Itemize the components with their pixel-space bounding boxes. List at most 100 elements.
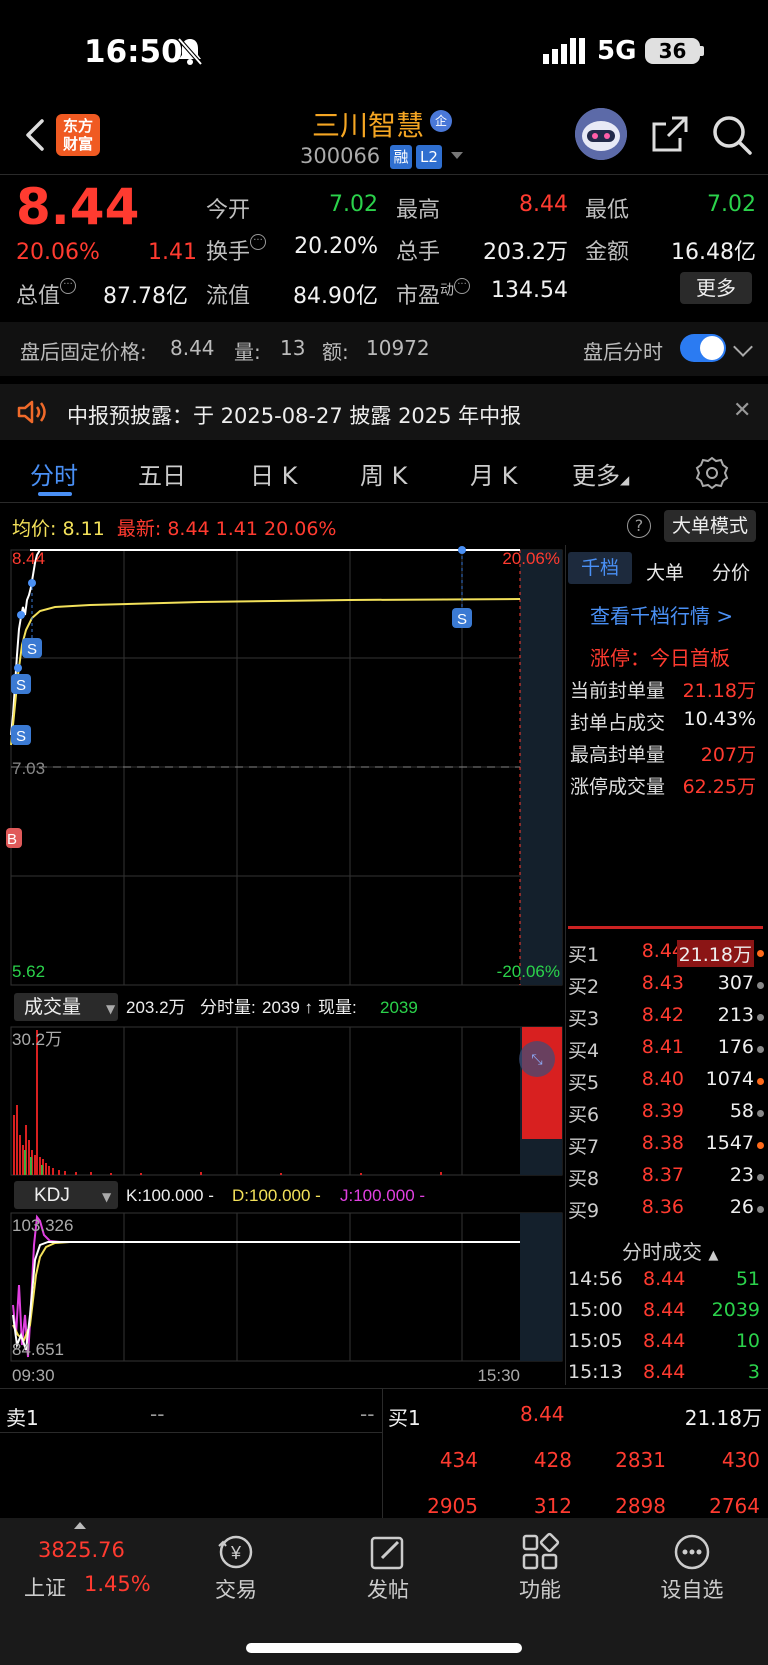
avg-value: 8.11 xyxy=(62,518,105,540)
high-value: 8.44 xyxy=(519,192,568,217)
after-hours-shade xyxy=(520,550,562,985)
kdj-k-value: K:100.000 - xyxy=(126,1186,214,1205)
info-dots-icon[interactable]: ··· xyxy=(60,278,77,294)
tab-intraday[interactable]: 分时 xyxy=(30,456,78,491)
tab-five-day[interactable]: 五日 xyxy=(138,456,186,491)
more-button[interactable]: 更多 xyxy=(680,272,752,304)
tab-order-depth[interactable]: 千档 xyxy=(568,552,632,584)
trade-time: 15:13 xyxy=(568,1361,623,1383)
volume-label: 总手 xyxy=(396,240,441,265)
stat-label: 当前封单量 xyxy=(570,680,666,702)
index-value[interactable]: 3825.76 xyxy=(38,1538,125,1562)
price-axis-low: 5.62 xyxy=(12,962,45,981)
order-depth-link[interactable]: 查看千档行情 > xyxy=(590,600,733,629)
help-icon[interactable]: ? xyxy=(627,514,651,538)
kdj-axis-min: 84.651 xyxy=(12,1340,64,1359)
index-name[interactable]: 上证 xyxy=(24,1572,66,1602)
sell-marker[interactable]: S xyxy=(11,725,31,745)
intraday-chart[interactable]: S S S S B 8.44 7.03 5.62 20.06% -20.06% … xyxy=(0,545,565,1385)
buy1-volume: 21.18万 xyxy=(684,1406,762,1430)
bid-volume: 23 xyxy=(729,1164,754,1186)
sell-marker[interactable]: S xyxy=(11,674,31,694)
info-dots-icon[interactable]: ··· xyxy=(250,234,267,250)
volume-selector-label: 成交量 xyxy=(24,996,81,1018)
sell-marker[interactable]: S xyxy=(22,638,42,658)
open-label: 今开 xyxy=(206,198,251,223)
trade-volume: 2039 xyxy=(711,1299,760,1321)
nav-post[interactable]: 发帖 xyxy=(338,1574,438,1604)
turnover-label-text: 换手 xyxy=(206,240,251,265)
nav-trade[interactable]: 交易 xyxy=(186,1574,286,1604)
bid-volume: 176 xyxy=(717,1036,754,1058)
queue-qty: 2905 xyxy=(427,1494,478,1518)
volume-now-label: 现量: xyxy=(318,998,357,1017)
float-cap-value: 84.90亿 xyxy=(293,284,378,309)
bid-label: 买4 xyxy=(568,1040,600,1062)
margin-badge: 融 xyxy=(390,145,412,169)
collapse-arrows-icon: ⤡ xyxy=(531,1052,542,1068)
tab-monthly-k[interactable]: 月 K xyxy=(470,456,517,491)
latest-value: 8.44 xyxy=(167,518,210,540)
sell-marker-label: S xyxy=(457,611,467,628)
close-icon[interactable]: ✕ xyxy=(733,398,751,423)
stock-name[interactable]: 三川智慧 xyxy=(312,104,424,144)
volume-total: 203.2万 xyxy=(126,998,186,1017)
index-pct[interactable]: 1.45% xyxy=(84,1572,151,1596)
gear-icon[interactable] xyxy=(695,456,729,490)
caret-down-icon[interactable] xyxy=(451,152,463,159)
robot-assistant-icon[interactable] xyxy=(575,108,627,160)
buy1-label: 买1 xyxy=(388,1406,421,1430)
trade-volume: 10 xyxy=(735,1330,760,1352)
order-dot-indicator xyxy=(757,1142,764,1149)
tab-daily-k[interactable]: 日 K xyxy=(250,456,297,491)
back-arrow-icon[interactable] xyxy=(20,115,50,155)
kdj-selector-label: KDJ xyxy=(34,1185,70,1206)
stat-label: 封单占成交 xyxy=(570,712,666,734)
trades-title[interactable]: 分时成交 ▲ xyxy=(622,1236,718,1265)
share-icon[interactable] xyxy=(650,114,690,154)
price-axis-mid: 7.03 xyxy=(12,759,45,778)
logo-line1: 东方 xyxy=(62,117,93,135)
bid-price: 8.37 xyxy=(641,1164,684,1186)
divider xyxy=(0,174,768,175)
edit-post-icon[interactable] xyxy=(368,1532,408,1572)
grid-functions-icon[interactable] xyxy=(520,1532,560,1572)
volume-now-value: 2039 xyxy=(380,998,418,1017)
divider xyxy=(382,1388,383,1518)
market-cap-label-text: 总值 xyxy=(16,284,61,309)
info-dots-icon[interactable]: ··· xyxy=(454,278,471,294)
stat-label: 最高封单量 xyxy=(570,744,666,766)
change-amount: 1.41 xyxy=(148,240,197,265)
more-dots-icon[interactable] xyxy=(672,1532,712,1572)
trade-yuan-icon[interactable]: ¥ xyxy=(216,1532,256,1572)
caret-up-icon[interactable] xyxy=(74,1522,86,1529)
time-axis-start: 09:30 xyxy=(12,1366,55,1385)
buy-marker[interactable]: B xyxy=(6,828,22,848)
bid-price: 8.43 xyxy=(641,972,684,994)
notice-text[interactable]: 中报预披露：于 2025-08-27 披露 2025 年中报 xyxy=(67,400,521,430)
kdj-j-value: J:100.000 - xyxy=(340,1186,425,1205)
order-dot-indicator xyxy=(757,950,764,957)
tab-big-orders[interactable]: 大单 xyxy=(646,558,684,585)
sell1-label: 卖1 xyxy=(6,1406,39,1430)
queue-qty: 2898 xyxy=(615,1494,666,1518)
tab-more[interactable]: 更多◢ xyxy=(572,456,629,491)
search-icon[interactable] xyxy=(711,114,753,156)
pct-axis-low: -20.06% xyxy=(497,962,560,981)
sell-marker[interactable]: S xyxy=(452,608,472,628)
tab-weekly-k[interactable]: 周 K xyxy=(360,456,407,491)
nav-add-watchlist[interactable]: 设自选 xyxy=(642,1574,742,1604)
avg-price-line xyxy=(10,598,521,746)
buy1-price: 8.44 xyxy=(520,1402,565,1426)
tab-price-distribution[interactable]: 分价 xyxy=(712,558,750,585)
price-axis-high: 8.44 xyxy=(12,549,45,568)
speaker-icon xyxy=(17,400,46,424)
big-order-mode-button[interactable]: 大单模式 xyxy=(664,510,756,542)
panel-divider xyxy=(565,545,566,1385)
nav-functions[interactable]: 功能 xyxy=(490,1574,590,1604)
stat-label: 涨停成交量 xyxy=(570,776,666,798)
low-label: 最低 xyxy=(585,198,630,223)
bid-volume: 213 xyxy=(717,1004,754,1026)
bid-label: 买8 xyxy=(568,1168,600,1190)
bid-volume: 1074 xyxy=(705,1068,754,1090)
